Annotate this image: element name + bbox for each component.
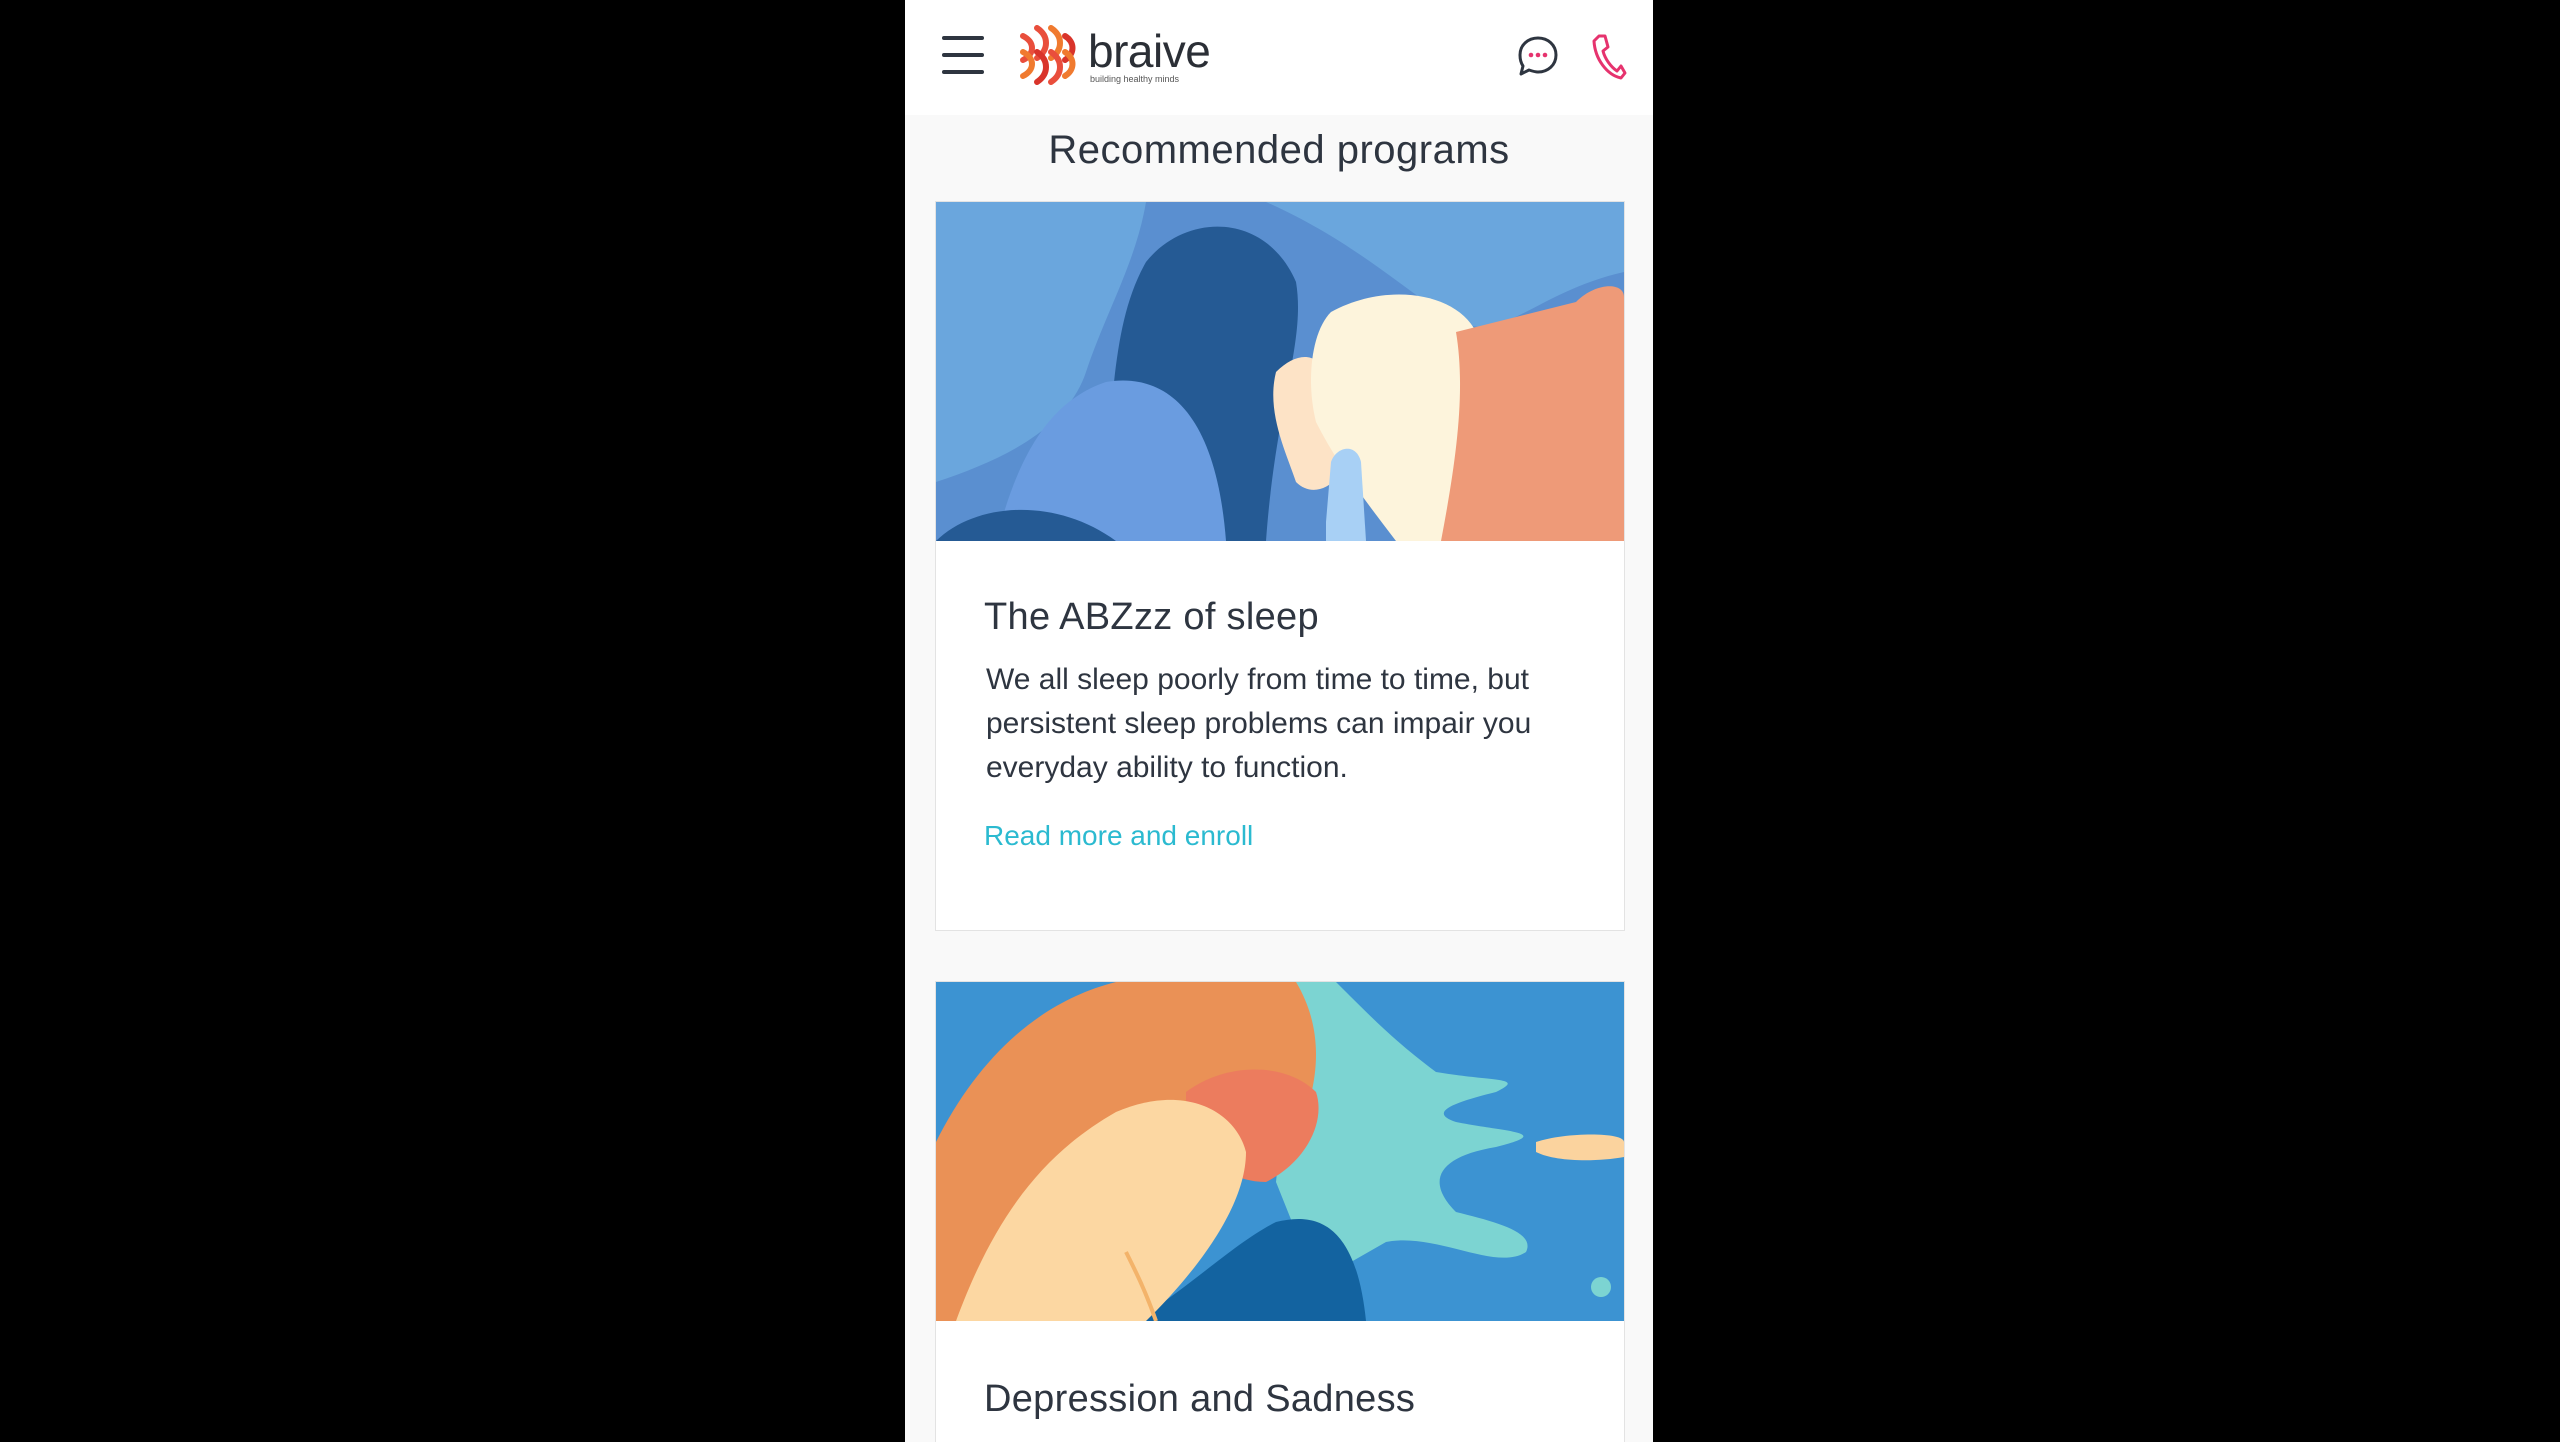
section-title: Recommended programs <box>1048 128 1510 172</box>
hamburger-menu-icon[interactable] <box>942 36 984 74</box>
brain-logo-icon <box>1020 25 1076 85</box>
program-title: The ABZzz of sleep <box>984 596 1319 638</box>
depression-program-illustration <box>936 982 1624 1321</box>
phone-icon[interactable] <box>1591 33 1627 81</box>
program-title: Depression and Sadness <box>984 1378 1416 1420</box>
program-description: We all sleep poorly from time to time, b… <box>986 663 1532 784</box>
brand-name: braive <box>1088 25 1211 77</box>
program-card[interactable]: The ABZzz of sleep We all sleep poorly f… <box>935 201 1625 931</box>
chat-bubble-icon[interactable] <box>1517 35 1559 77</box>
brand-tagline: building healthy minds <box>1090 74 1180 84</box>
read-more-enroll-link[interactable]: Read more and enroll <box>984 820 1253 852</box>
program-card[interactable]: Depression and Sadness <box>935 981 1625 1442</box>
app-header: braive building healthy minds <box>905 0 1653 115</box>
mobile-viewport: braive building healthy minds Recommende… <box>905 0 1653 1442</box>
sleep-program-illustration <box>936 202 1624 541</box>
